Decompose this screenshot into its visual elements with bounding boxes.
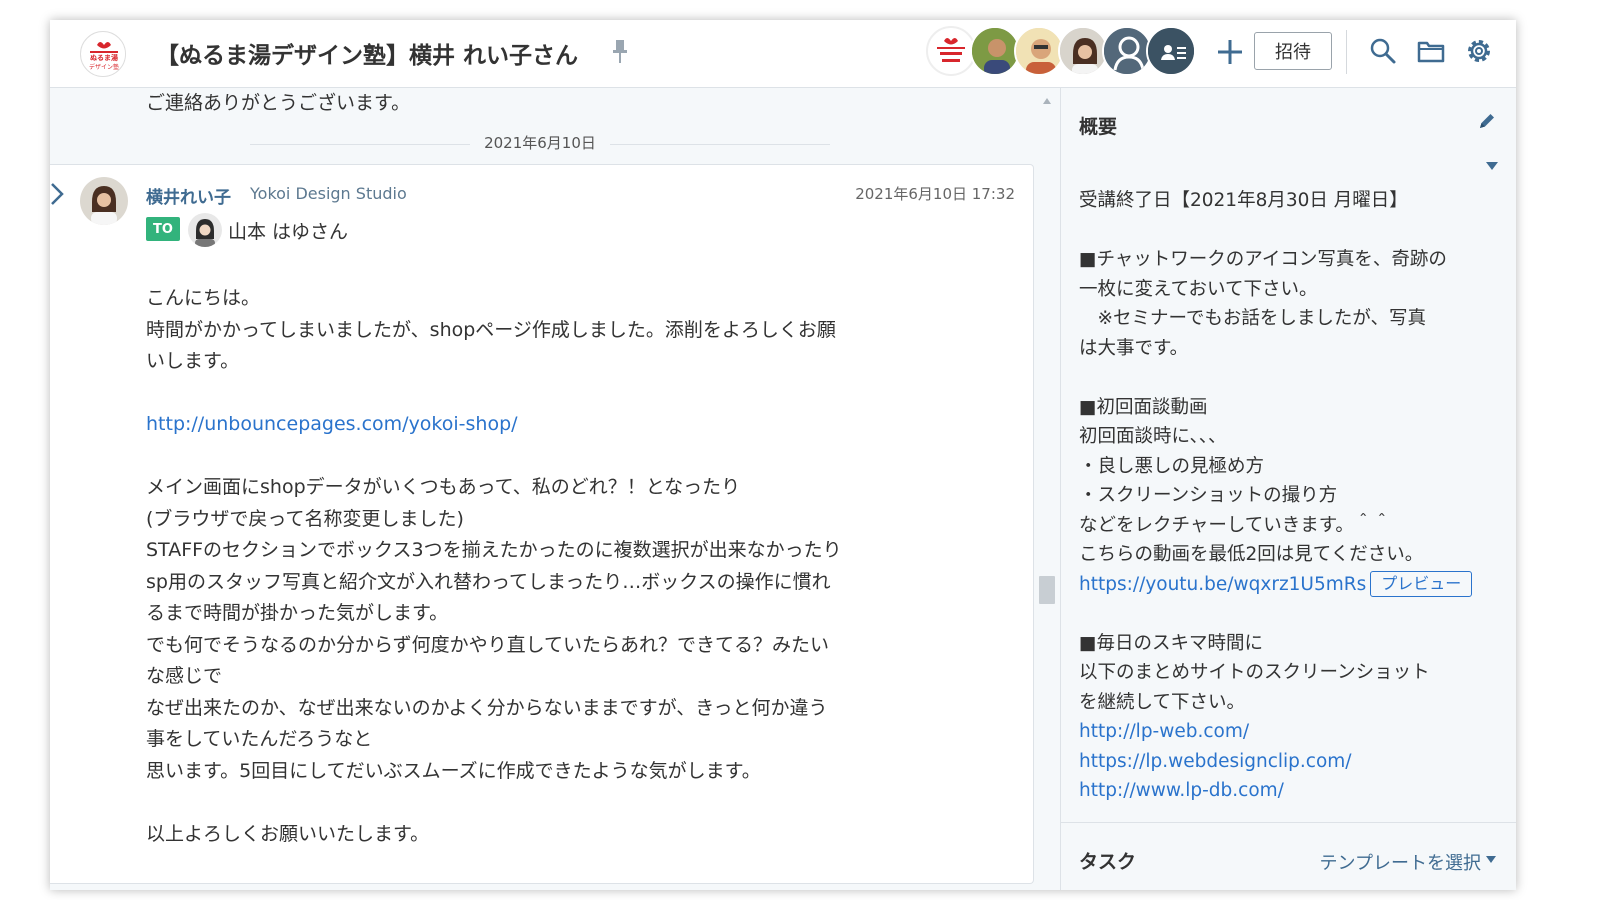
- person-icon: [1016, 28, 1062, 74]
- chatwork-window: ぬるま湯 デザイン塾 【ぬるま湯デザイン塾】横井 れい子さん 招待 ご連絡ありが…: [50, 20, 1516, 890]
- date-separator-text: 2021年6月10日: [484, 134, 596, 152]
- member-avatar-3[interactable]: [1014, 26, 1064, 76]
- add-member-plus-icon[interactable]: [1210, 32, 1250, 72]
- recipient-name: 山本 はゆさん: [228, 221, 349, 243]
- recipient-avatar[interactable]: [188, 213, 222, 247]
- member-avatar-room-logo[interactable]: [926, 26, 976, 76]
- sender-organization: Yokoi Design Studio: [250, 184, 407, 203]
- template-select[interactable]: テンプレートを選択: [1320, 849, 1481, 875]
- video-link[interactable]: https://youtu.be/wqxrz1U5mRs: [1079, 574, 1366, 595]
- date-separator: 2021年6月10日: [50, 132, 1040, 156]
- task-section: タスク テンプレートを選択: [1061, 822, 1516, 890]
- logo-text-bottom: デザイン塾: [89, 63, 119, 71]
- member-logo-graphic: [937, 38, 965, 62]
- scroll-up-arrow-icon[interactable]: [1042, 96, 1052, 106]
- overview-content: 受講終了日【2021年8月30日 月曜日】 ■チャットワークのアイコン写真を、奇…: [1079, 186, 1489, 806]
- scrollbar-thumb[interactable]: [1039, 576, 1055, 604]
- message-body: こんにちは。 時間がかかってしまいましたが、shopページ作成しました。添削をよ…: [146, 283, 936, 850]
- site-link-lp-db[interactable]: http://www.lp-db.com/: [1079, 780, 1284, 801]
- task-title: タスク: [1079, 851, 1137, 873]
- message-link[interactable]: http://unbouncepages.com/yokoi-shop/: [146, 413, 518, 435]
- room-logo[interactable]: ぬるま湯 デザイン塾: [80, 31, 126, 77]
- caret-down-icon[interactable]: [1484, 160, 1500, 172]
- member-avatar-2[interactable]: [970, 26, 1020, 76]
- room-sidebar: 概要 受講終了日【2021年8月30日 月曜日】 ■チャットワークのアイコン写真…: [1060, 88, 1516, 890]
- message-body-text: メイン画面にshopデータがいくつもあって、私のどれ？！となったり (ブラウザで…: [146, 476, 842, 845]
- logo-text-top: ぬるま湯: [90, 53, 118, 62]
- person-icon: [1060, 28, 1106, 74]
- overview-text: 受講終了日【2021年8月30日 月曜日】 ■チャットワークのアイコン写真を、奇…: [1079, 190, 1447, 565]
- search-icon[interactable]: [1368, 36, 1398, 66]
- person-icon: [188, 213, 222, 247]
- site-link-lp-web[interactable]: http://lp-web.com/: [1079, 721, 1249, 742]
- room-members[interactable]: [926, 26, 1206, 82]
- sender-avatar[interactable]: [80, 177, 128, 225]
- pin-icon[interactable]: [610, 38, 630, 66]
- member-list-icon[interactable]: [1146, 26, 1196, 76]
- room-logo-graphic: ぬるま湯 デザイン塾: [82, 33, 125, 76]
- message-timestamp[interactable]: 2021年6月10日 17:32: [855, 183, 1015, 204]
- date-separator-line: [610, 144, 830, 145]
- default-user-icon: [1104, 28, 1150, 74]
- member-avatar-4[interactable]: [1058, 26, 1108, 76]
- message-card[interactable]: 横井れい子 Yokoi Design Studio 2021年6月10日 17:…: [50, 164, 1034, 884]
- chat-timeline[interactable]: ご連絡ありがとうございます。 2021年6月10日 横井れい子 Yokoi De…: [50, 88, 1060, 890]
- date-separator-line: [250, 144, 470, 145]
- site-link-webdesignclip[interactable]: https://lp.webdesignclip.com/: [1079, 751, 1352, 772]
- room-header: ぬるま湯 デザイン塾 【ぬるま湯デザイン塾】横井 れい子さん 招待: [50, 20, 1516, 88]
- chevron-right-icon[interactable]: [50, 181, 66, 207]
- folder-icon[interactable]: [1416, 36, 1446, 66]
- invite-button[interactable]: 招待: [1254, 32, 1332, 70]
- chat-scrollbar[interactable]: [1036, 96, 1058, 886]
- person-icon: [972, 28, 1018, 74]
- room-title: 【ぬるま湯デザイン塾】横井 れい子さん: [156, 43, 579, 69]
- caret-down-icon[interactable]: [1485, 855, 1497, 865]
- sender-name[interactable]: 横井れい子: [146, 183, 231, 208]
- gear-icon[interactable]: [1464, 36, 1494, 66]
- person-icon: [80, 177, 128, 225]
- message-body-text: こんにちは。 時間がかかってしまいましたが、shopページ作成しました。添削をよ…: [146, 287, 836, 372]
- member-avatar-default[interactable]: [1102, 26, 1152, 76]
- preview-button[interactable]: プレビュー: [1370, 570, 1473, 597]
- overview-title: 概要: [1079, 116, 1118, 138]
- overview-text: ■毎日のスキマ時間に 以下のまとめサイトのスクリーンショット を継続して下さい。: [1079, 632, 1430, 713]
- pencil-edit-icon[interactable]: [1476, 110, 1498, 132]
- to-badge: TO: [146, 217, 180, 241]
- header-divider: [1346, 30, 1347, 74]
- member-list-icon-graphic: [1148, 28, 1194, 74]
- previous-message-tail: ご連絡ありがとうございます。: [146, 92, 411, 114]
